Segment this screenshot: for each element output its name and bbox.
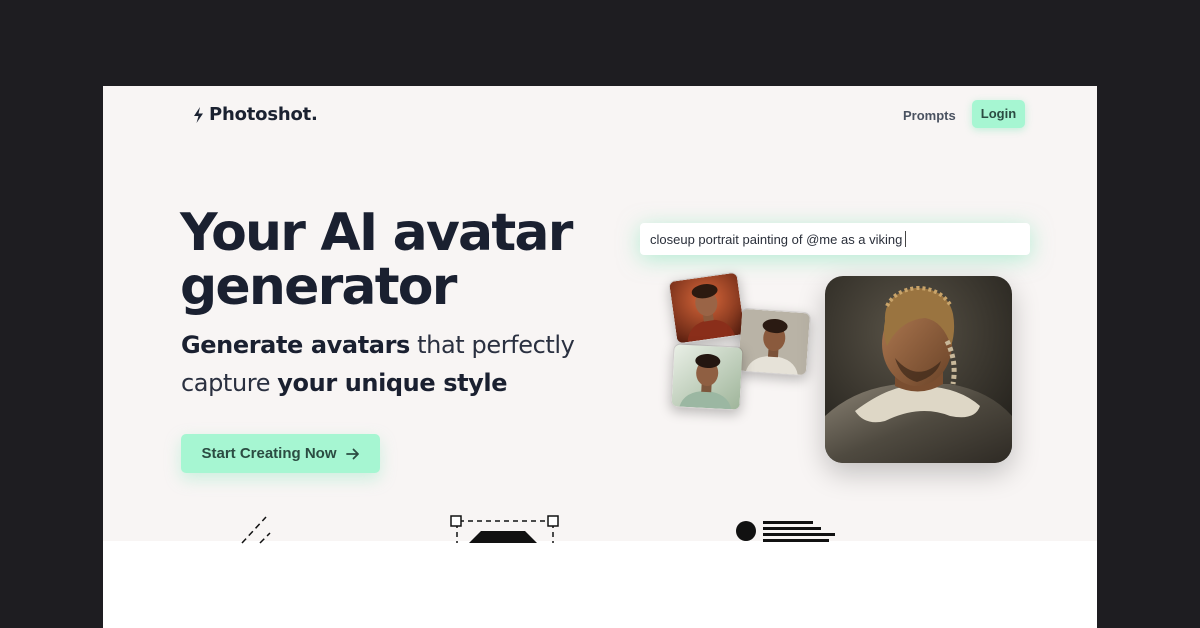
input-photo-3 <box>670 343 744 411</box>
hero-section: Photoshot. Prompts Login Your AI avatar … <box>103 86 1097 541</box>
pen-icon <box>241 516 271 544</box>
lightning-bolt-icon <box>194 106 203 123</box>
browser-frame: Photoshot. Prompts Login Your AI avatar … <box>103 86 1097 628</box>
input-photo-2 <box>736 307 812 377</box>
profile-icon <box>736 521 835 542</box>
subline-emphasis-2: your unique style <box>277 369 508 397</box>
input-photo-1 <box>667 271 747 345</box>
logo-text: Photoshot. <box>209 104 318 125</box>
text-caret <box>905 231 907 247</box>
login-button[interactable]: Login <box>972 100 1025 128</box>
prompt-input[interactable]: closeup portrait painting of @me as a vi… <box>640 223 1030 255</box>
prompt-text: closeup portrait painting of @me as a vi… <box>650 231 903 247</box>
subline-emphasis-1: Generate avatars <box>181 331 410 359</box>
features-section <box>103 541 1097 628</box>
generated-viking-portrait <box>825 276 1012 463</box>
start-creating-button[interactable]: Start Creating Now <box>181 434 380 473</box>
hero-headline: Your AI avatar generator <box>180 203 573 317</box>
cta-label: Start Creating Now <box>201 445 337 462</box>
selection-icon <box>450 515 559 543</box>
hero-subline: Generate avatars that perfectly capture … <box>181 326 611 402</box>
arrow-right-icon <box>345 448 359 459</box>
nav-prompts-link[interactable]: Prompts <box>903 104 956 128</box>
logo[interactable]: Photoshot. <box>192 104 318 125</box>
